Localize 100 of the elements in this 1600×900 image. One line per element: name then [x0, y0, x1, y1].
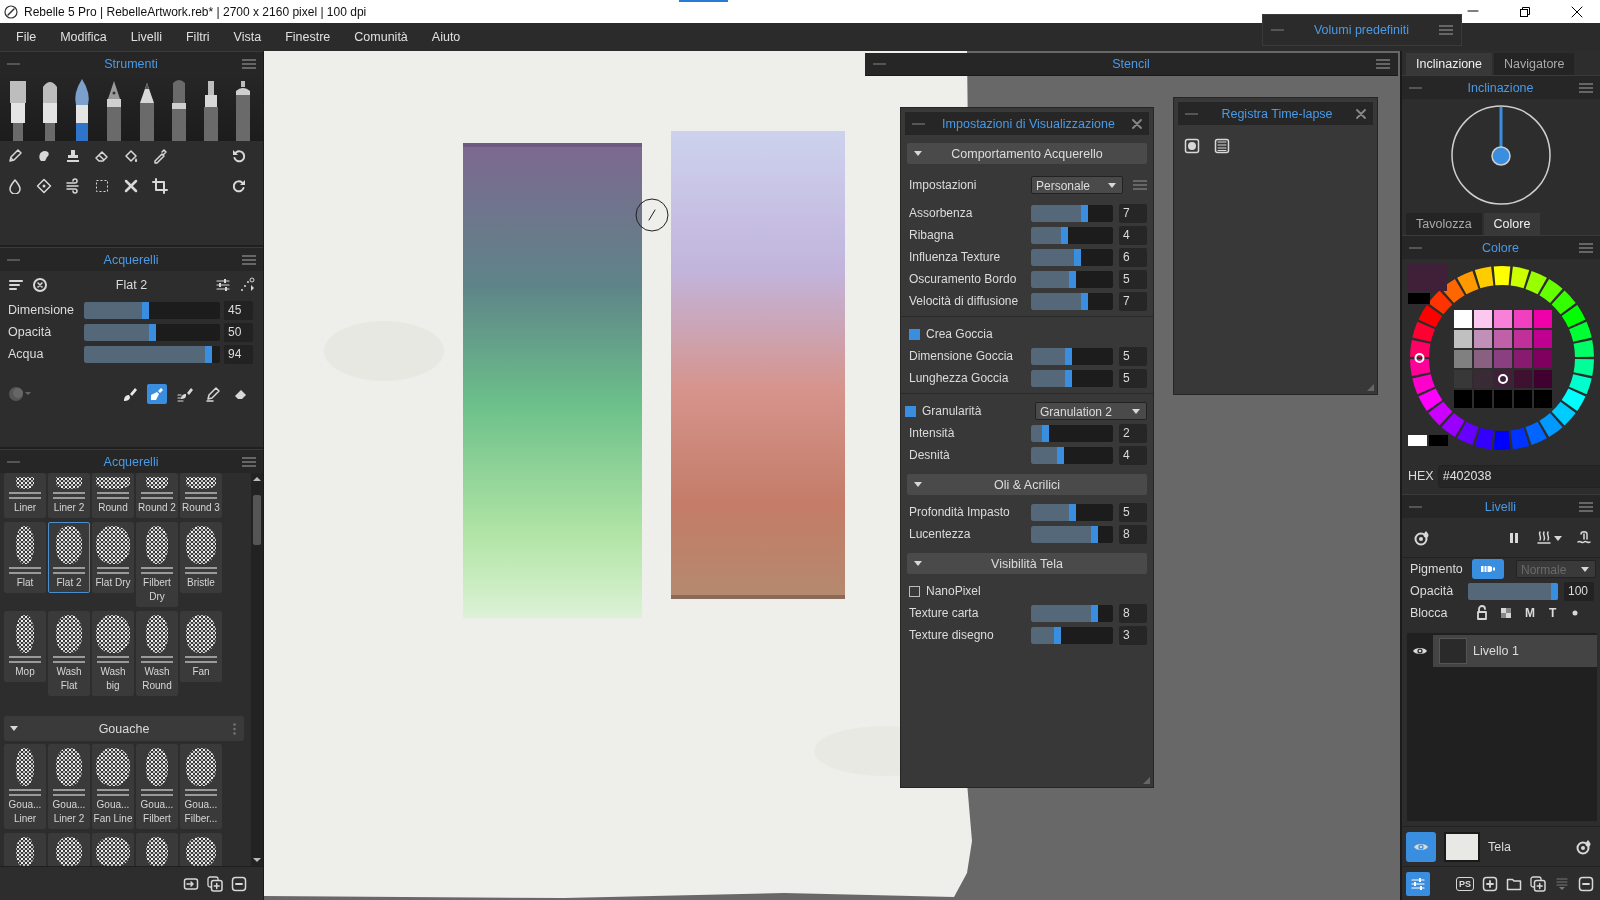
slider-thumb[interactable]	[1064, 347, 1072, 365]
crop-icon[interactable]	[152, 178, 168, 194]
eyedropper-icon[interactable]	[152, 148, 168, 164]
section-header[interactable]: Oli & Acrilici	[907, 474, 1147, 495]
value-field[interactable]: 4	[1119, 445, 1147, 465]
selection-icon[interactable]	[94, 178, 110, 194]
menu-item[interactable]: Finestre	[273, 30, 343, 44]
slider[interactable]	[1031, 446, 1113, 464]
brush-preset[interactable]: Fan	[180, 611, 222, 682]
tab[interactable]: Colore	[1483, 213, 1541, 235]
record-icon[interactable]	[1184, 138, 1200, 154]
color-blob-icon[interactable]	[8, 386, 32, 402]
export-icon[interactable]	[183, 875, 199, 892]
value-field[interactable]: 5	[1119, 269, 1147, 289]
resize-grip-icon[interactable]	[1142, 776, 1150, 784]
menu-item[interactable]: File	[4, 30, 49, 44]
brush-preset[interactable]: Round 3	[180, 473, 222, 518]
dropdown[interactable]: Personale	[1031, 176, 1123, 194]
value-field[interactable]: 45	[224, 300, 253, 320]
brush-preset[interactable]: Goua... Filbert	[136, 744, 178, 829]
brush-preset[interactable]	[180, 833, 222, 866]
menu-item[interactable]: Aiuto	[419, 30, 473, 44]
path-icon[interactable]	[239, 277, 255, 293]
brush-preset[interactable]: Round 2	[136, 473, 178, 518]
checkbox[interactable]	[909, 328, 920, 340]
slider[interactable]	[1031, 503, 1113, 521]
tab[interactable]: Navigatore	[1494, 53, 1575, 75]
slider-thumb[interactable]	[1053, 626, 1061, 644]
slider-thumb[interactable]	[148, 323, 156, 341]
brush-preset[interactable]: Goua... Filber...	[180, 744, 222, 829]
lock-icon[interactable]	[1474, 605, 1490, 621]
pencil-icon[interactable]	[7, 148, 23, 164]
add-layer-icon[interactable]	[1482, 875, 1498, 892]
dropdown[interactable]: Granulation 2	[1035, 402, 1147, 420]
value-field[interactable]: 7	[1119, 203, 1147, 223]
lock-toggle[interactable]: M	[1522, 606, 1538, 620]
resize-grip-icon[interactable]	[1366, 383, 1374, 391]
more-icon[interactable]	[233, 723, 236, 735]
value-field[interactable]: 3	[1119, 625, 1147, 645]
paint-tube-icon[interactable]	[1472, 559, 1504, 579]
tab[interactable]: Tavolozza	[1406, 213, 1482, 235]
slider[interactable]	[1031, 525, 1113, 543]
slider[interactable]	[1031, 248, 1113, 266]
swatch[interactable]	[1408, 435, 1427, 446]
brush-preset[interactable]	[92, 833, 134, 866]
brush-preset[interactable]: Bristle	[180, 522, 222, 593]
slider[interactable]	[84, 301, 220, 319]
tilt-dial-drawing[interactable]	[1450, 104, 1552, 206]
slider-thumb[interactable]	[1080, 204, 1088, 222]
slider-thumb[interactable]	[1551, 582, 1558, 600]
redo-icon[interactable]	[231, 178, 247, 194]
slider-thumb[interactable]	[1057, 446, 1065, 464]
close-icon[interactable]	[1571, 5, 1583, 18]
slider[interactable]	[84, 323, 220, 341]
value-field[interactable]: 6	[1119, 247, 1147, 267]
checkbox[interactable]	[905, 405, 916, 417]
slider[interactable]	[1031, 204, 1113, 222]
diamond-icon[interactable]	[36, 178, 52, 194]
list-icon[interactable]	[8, 277, 24, 293]
brush-preset[interactable]: Wash big	[92, 611, 134, 696]
reset-icon[interactable]	[32, 277, 48, 293]
sliders-icon[interactable]	[215, 277, 231, 293]
slider[interactable]	[84, 345, 220, 363]
duplicate-icon[interactable]	[207, 875, 223, 892]
brush-preset[interactable]: Goua... Fan Line	[92, 744, 134, 829]
drop-icon[interactable]	[7, 178, 23, 194]
section-header[interactable]: Comportamento Acquerello	[907, 143, 1147, 164]
value-field[interactable]: 8	[1119, 524, 1147, 544]
slider[interactable]	[1031, 369, 1113, 387]
value-field[interactable]: 5	[1119, 346, 1147, 366]
lock-toggle[interactable]: T	[1546, 606, 1560, 620]
slider-thumb[interactable]	[1064, 369, 1072, 387]
film-icon[interactable]	[1214, 138, 1230, 154]
slider[interactable]	[1031, 226, 1113, 244]
scroll-down-icon[interactable]	[253, 856, 261, 864]
expand-icon[interactable]	[123, 178, 139, 194]
slider-thumb[interactable]	[1091, 525, 1098, 543]
wet-drop-icon[interactable]	[1576, 838, 1592, 855]
slider-thumb[interactable]	[1080, 292, 1088, 310]
value-field[interactable]: 2	[1119, 423, 1147, 443]
value-field[interactable]: 5	[1119, 368, 1147, 388]
slider[interactable]	[1031, 347, 1113, 365]
swatch[interactable]	[1429, 435, 1448, 446]
slider[interactable]	[1031, 270, 1113, 288]
menu-icon[interactable]	[1579, 501, 1593, 512]
slider[interactable]	[1468, 582, 1558, 600]
wind-icon[interactable]	[65, 178, 81, 194]
brush-preset[interactable]: Flat Dry	[92, 522, 134, 593]
sliders-icon[interactable]	[1406, 871, 1430, 896]
remove-icon[interactable]	[1578, 875, 1594, 892]
slider-thumb[interactable]	[1068, 270, 1076, 288]
value-field[interactable]: 8	[1119, 603, 1147, 623]
menu-icon[interactable]	[1376, 59, 1390, 69]
slider-thumb[interactable]	[1074, 248, 1082, 266]
slider[interactable]	[1031, 424, 1113, 442]
slider-thumb[interactable]	[142, 301, 150, 319]
hex-field[interactable]: #402038	[1437, 464, 1600, 488]
brush-preset[interactable]: Flat	[4, 522, 46, 593]
value-field[interactable]: 5	[1119, 502, 1147, 522]
menu-item[interactable]: Livelli	[118, 30, 174, 44]
